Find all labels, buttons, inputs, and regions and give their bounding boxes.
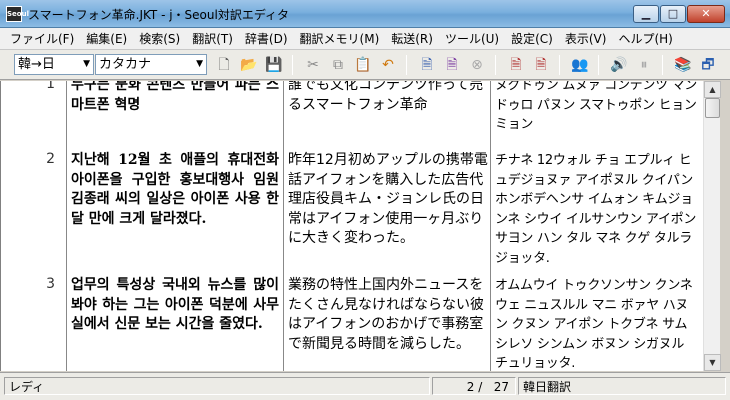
menu-transfer[interactable]: 転送(R)	[385, 30, 439, 47]
toolbar-separator	[495, 55, 496, 75]
close-button[interactable]: ✕	[687, 5, 725, 23]
new-file-icon[interactable]: 🗋	[213, 54, 235, 76]
reading-text[interactable]: ヌグドゥン ムヌァ コンテンツ マンドゥロ パヌン スマトゥポン ヒョンミョン	[495, 81, 699, 135]
status-position: 2 / 27	[432, 377, 516, 395]
source-korean-text[interactable]: 업무의 특성상 국내외 뉴스를 많이 봐야 하는 그는 아이폰 덕분에 사무실에…	[71, 276, 279, 335]
scroll-up-icon[interactable]: ▲	[704, 81, 721, 98]
title-bar: Seoul スマートフォン革命.JKT - j・Seoul対訳エディタ ▁ □ …	[0, 0, 730, 28]
status-bar: レディ 2 / 27 韓日翻訳	[0, 372, 730, 400]
check-document-icon[interactable]: 🗎	[505, 54, 527, 76]
translation-grid[interactable]: 1 누구든 문화 콘텐츠 만들어 파는 스마트폰 혁명 誰でも文化コンテンツ作っ…	[0, 81, 703, 371]
menu-translation-memory[interactable]: 翻訳メモリ(M)	[294, 30, 386, 47]
pause-icon[interactable]: ⏸	[633, 54, 655, 76]
toolbar: 韓→日 ▼ カタカナ ▼ 🗋 📂 💾 ✂ ⧉ 📋 ↶ 🗎 🗎 ⊗ 🗎 🗎 👥 🔊…	[0, 50, 730, 80]
maximize-button[interactable]: □	[660, 5, 686, 23]
toolbar-separator	[662, 55, 663, 75]
scroll-down-icon[interactable]: ▼	[704, 354, 721, 371]
table-row[interactable]: 2 지난해 12월 초 애플의 휴대전화 아이폰을 구입한 홍보대행사 임원 김…	[1, 151, 703, 271]
menu-file[interactable]: ファイル(F)	[4, 30, 80, 47]
copy-icon[interactable]: ⧉	[327, 54, 349, 76]
menu-tools[interactable]: ツール(U)	[439, 30, 505, 47]
status-mode: 韓日翻訳	[518, 377, 726, 395]
direction-value: 韓→日	[18, 57, 55, 72]
cut-icon[interactable]: ✂	[302, 54, 324, 76]
window-title: スマートフォン革命.JKT - j・Seoul対訳エディタ	[28, 8, 289, 22]
row-number: 1	[46, 81, 55, 92]
translate-document-icon[interactable]: 🗎	[416, 54, 438, 76]
script-select[interactable]: カタカナ ▼	[95, 54, 207, 75]
app-icon[interactable]: Seoul	[6, 6, 29, 22]
source-korean-text[interactable]: 지난해 12월 초 애플의 휴대전화 아이폰을 구입한 홍보대행사 임원 김종래…	[71, 151, 279, 229]
users-icon[interactable]: 👥	[569, 54, 591, 76]
menu-translate[interactable]: 翻訳(T)	[186, 30, 239, 47]
reading-text[interactable]: チナネ 12ウォル チョ エプルィ ヒュデジョヌァ アイポヌル クイパン ホンボ…	[495, 151, 699, 268]
reading-text[interactable]: オムムウイ トゥクソンサン クンネウェ ニュスルル マニ ボァヤ ハヌン クヌン…	[495, 276, 699, 371]
menu-dictionary[interactable]: 辞書(D)	[239, 30, 294, 47]
dictionary-icon[interactable]: 📚	[672, 54, 694, 76]
menu-bar: ファイル(F) 編集(E) 検索(S) 翻訳(T) 辞書(D) 翻訳メモリ(M)…	[0, 28, 730, 50]
target-japanese-text[interactable]: 誰でも文化コンテンツ作って売るスマートフォン革命	[288, 81, 488, 115]
table-row[interactable]: 1 누구든 문화 콘텐츠 만들어 파는 스마트폰 혁명 誰でも文化コンテンツ作っ…	[1, 81, 703, 136]
row-number: 3	[46, 276, 55, 292]
source-korean-text[interactable]: 누구든 문화 콘텐츠 만들어 파는 스마트폰 혁명	[71, 81, 279, 115]
translate-selection-icon[interactable]: 🗎	[441, 54, 463, 76]
menu-edit[interactable]: 編集(E)	[80, 30, 133, 47]
menu-settings[interactable]: 設定(C)	[505, 30, 559, 47]
stop-icon[interactable]: ⊗	[466, 54, 488, 76]
chevron-down-icon: ▼	[196, 59, 203, 69]
speaker-icon[interactable]: 🔊	[608, 54, 630, 76]
table-row[interactable]: 3 업무의 특성상 국내외 뉴스를 많이 봐야 하는 그는 아이폰 덕분에 사무…	[1, 276, 703, 371]
minimize-button[interactable]: ▁	[633, 5, 659, 23]
vertical-scrollbar[interactable]: ▲ ▼	[703, 81, 721, 371]
memory-icon[interactable]: 🗗	[697, 54, 719, 76]
toolbar-separator	[292, 55, 293, 75]
direction-select[interactable]: 韓→日 ▼	[14, 54, 94, 75]
open-folder-icon[interactable]: 📂	[238, 54, 260, 76]
menu-search[interactable]: 検索(S)	[133, 30, 186, 47]
row-number: 2	[46, 151, 55, 167]
menu-view[interactable]: 表示(V)	[559, 30, 613, 47]
menu-help[interactable]: ヘルプ(H)	[612, 30, 678, 47]
toolbar-separator	[598, 55, 599, 75]
paste-icon[interactable]: 📋	[352, 54, 374, 76]
check-selection-icon[interactable]: 🗎	[530, 54, 552, 76]
script-value: カタカナ	[99, 57, 152, 72]
target-japanese-text[interactable]: 業務の特性上国内外ニュースをたくさん見なければならない彼はアイフォンのおかげで事…	[288, 276, 488, 354]
scroll-thumb[interactable]	[705, 98, 720, 118]
status-ready: レディ	[4, 377, 430, 395]
undo-icon[interactable]: ↶	[377, 54, 399, 76]
toolbar-separator	[406, 55, 407, 75]
save-icon[interactable]: 💾	[263, 54, 285, 76]
chevron-down-icon: ▼	[83, 59, 90, 69]
toolbar-separator	[559, 55, 560, 75]
target-japanese-text[interactable]: 昨年12月初めアップルの携帯電話アイフォンを購入した広告代理店役員キム・ジョンレ…	[288, 151, 488, 249]
